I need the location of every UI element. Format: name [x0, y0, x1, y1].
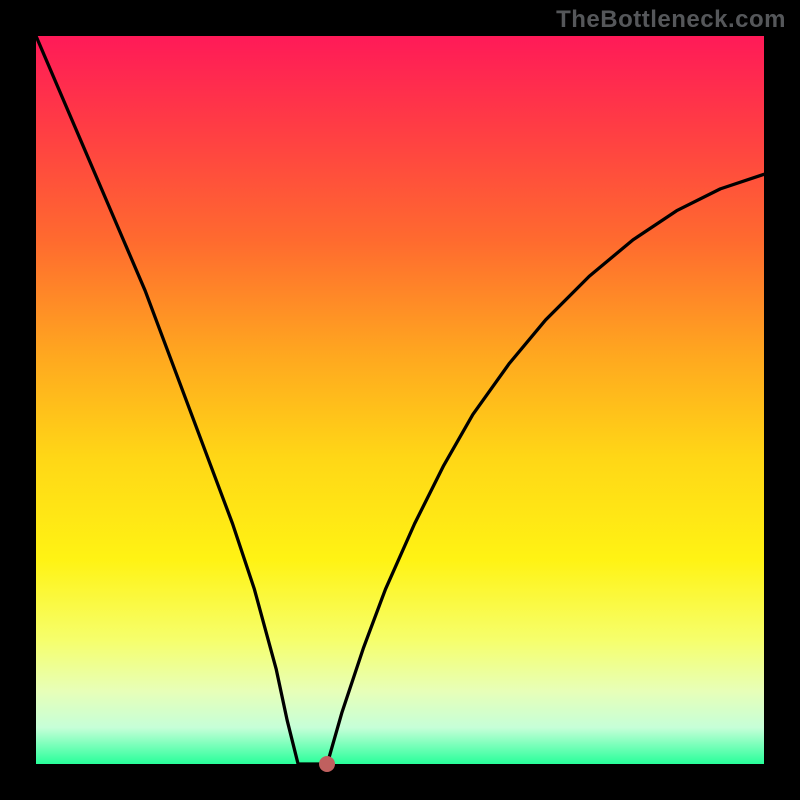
watermark-text: TheBottleneck.com [556, 6, 786, 34]
chart-frame: TheBottleneck.com [0, 0, 800, 800]
gradient-background [36, 36, 764, 764]
chart-svg [36, 36, 764, 764]
optimal-point-marker [319, 756, 335, 772]
plot-area [36, 36, 764, 764]
